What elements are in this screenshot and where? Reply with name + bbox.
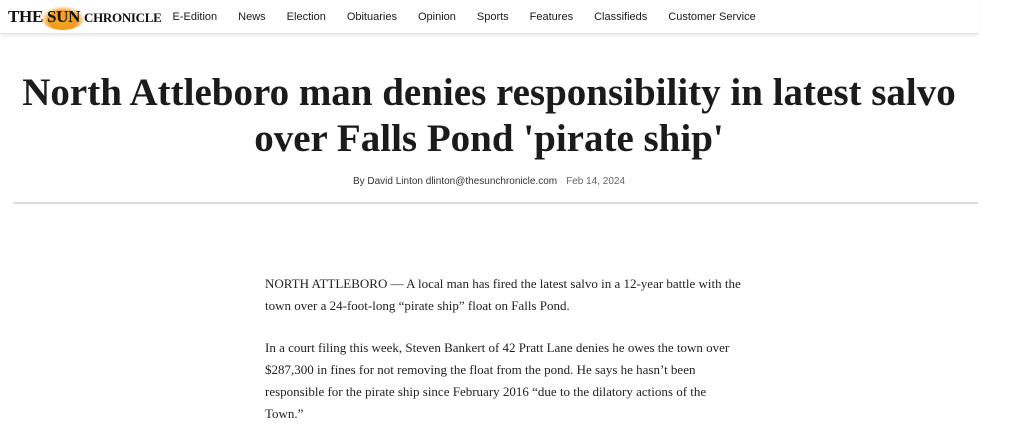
nav-item-election[interactable]: Election — [287, 11, 326, 23]
author-link[interactable]: By David Linton dlinton@thesunchronicle.… — [353, 176, 557, 187]
logo-word-the: THE — [8, 6, 44, 26]
header-divider — [13, 202, 978, 204]
article-body: NORTH ATTLEBORO — A local man has fired … — [265, 273, 745, 430]
article-byline: By David Linton dlinton@thesunchronicle.… — [0, 176, 978, 187]
logo-word-chronicle: CHRONICLE — [84, 9, 162, 25]
top-navigation-bar: THE SUN CHRONICLE E-Edition News Electio… — [0, 0, 978, 34]
nav-item-obituaries[interactable]: Obituaries — [347, 11, 397, 23]
nav-item-sports[interactable]: Sports — [477, 11, 509, 23]
nav-item-opinion[interactable]: Opinion — [418, 11, 456, 23]
site-logo[interactable]: THE SUN CHRONICLE — [8, 0, 162, 34]
main-nav: E-Edition News Election Obituaries Opini… — [173, 11, 777, 23]
article-paragraph: In a court filing this week, Steven Bank… — [265, 340, 730, 421]
nav-item-customer-service[interactable]: Customer Service — [668, 11, 755, 23]
article-headline: North Attleboro man denies responsibilit… — [22, 71, 956, 160]
nav-item-e-edition[interactable]: E-Edition — [173, 11, 218, 23]
logo-word-sun: SUN — [46, 6, 81, 26]
nav-item-features[interactable]: Features — [530, 11, 573, 23]
article-paragraph: NORTH ATTLEBORO — A local man has fired … — [265, 276, 741, 313]
nav-item-news[interactable]: News — [238, 11, 266, 23]
publish-date: Feb 14, 2024 — [566, 176, 626, 187]
logo-text: THE SUN CHRONICLE — [8, 7, 162, 27]
nav-item-classifieds[interactable]: Classifieds — [594, 11, 647, 23]
